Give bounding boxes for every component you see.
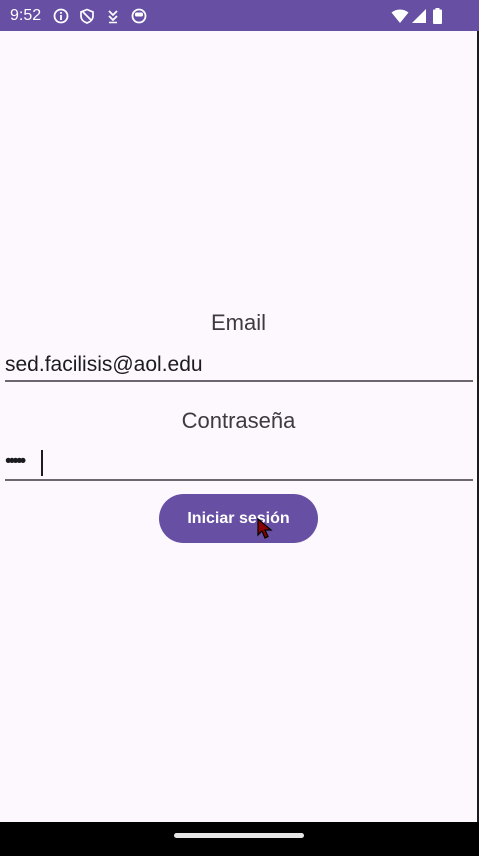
- home-gesture-handle[interactable]: [174, 833, 304, 838]
- battery-icon: [433, 8, 442, 24]
- mouse-pointer-icon: [257, 518, 273, 539]
- navigation-bar: [0, 822, 479, 856]
- download-icon: [108, 10, 118, 24]
- info-icon: [53, 8, 69, 24]
- shield-icon: [80, 8, 94, 24]
- text-cursor: [41, 450, 43, 476]
- status-time: 9:52: [10, 7, 42, 24]
- login-button[interactable]: Iniciar sesión: [159, 494, 318, 543]
- password-label: Contraseña: [181, 408, 296, 433]
- wifi-icon: [391, 9, 409, 23]
- email-field-underline: [5, 380, 473, 382]
- password-field-underline: [5, 479, 473, 481]
- status-bar: 9:52: [0, 0, 479, 31]
- password-field[interactable]: •••••: [5, 451, 26, 473]
- email-field[interactable]: sed.facilisis@aol.edu: [5, 353, 203, 377]
- email-label: Email: [210, 310, 266, 335]
- circle-status-icon: [131, 8, 147, 24]
- cell-signal-icon: [412, 9, 426, 23]
